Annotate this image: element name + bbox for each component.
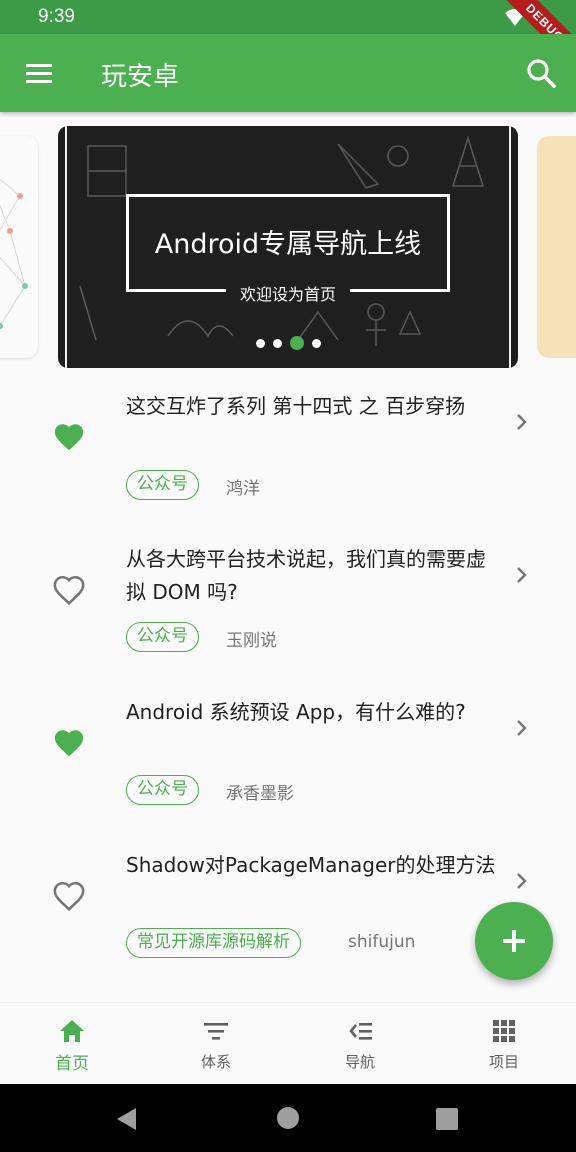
article-tag[interactable]: 公众号: [126, 775, 199, 805]
article-item[interactable]: Android 系统预设 App，有什么难的? 公众号 承香墨影: [0, 678, 576, 830]
chevron-right-icon[interactable]: [512, 412, 532, 432]
heart-icon: [54, 730, 84, 757]
favorite-button[interactable]: [52, 879, 86, 913]
nav-label: 项目: [488, 1053, 519, 1071]
article-title[interactable]: 这交互炸了系列 第十四式 之 百步穿扬: [126, 390, 496, 423]
banner-next-card[interactable]: [537, 136, 576, 358]
status-bar: 9:39 DEBUG: [0, 0, 576, 77]
carousel-dot[interactable]: [311, 338, 321, 348]
article-author: 玉刚说: [226, 631, 277, 651]
menu-button[interactable]: [22, 56, 56, 90]
article-tag[interactable]: 公众号: [126, 622, 199, 652]
article-author: 承香墨影: [226, 784, 294, 804]
banner-carousel[interactable]: Android专属导航上线 欢迎设为首页: [0, 112, 576, 372]
status-time: 9:39: [38, 6, 75, 27]
bottom-navigation: 首页 体系 导航 项目: [0, 1002, 576, 1084]
network-illustration: [0, 178, 28, 329]
banner-subtitle: 欢迎设为首页: [225, 285, 350, 304]
app-bar: 玩安卓: [0, 34, 576, 112]
chevron-right-icon[interactable]: [512, 718, 532, 738]
add-icon: [503, 930, 525, 952]
banner-subtitle-wrap: 欢迎设为首页: [58, 281, 518, 305]
banner-title: Android专属导航上线: [154, 229, 422, 260]
banner-card[interactable]: Android专属导航上线 欢迎设为首页: [58, 126, 518, 368]
chevron-right-icon[interactable]: [512, 565, 532, 585]
carousel-indicator: [58, 336, 518, 350]
home-circle-icon[interactable]: [276, 1106, 300, 1130]
back-icon[interactable]: [114, 1106, 140, 1132]
article-item[interactable]: 这交互炸了系列 第十四式 之 百步穿扬 公众号 鸿洋: [0, 372, 576, 524]
nav-item-home[interactable]: 首页: [0, 1003, 144, 1084]
article-author: shifujun: [348, 932, 416, 952]
article-author: 鸿洋: [226, 479, 260, 499]
favorite-button[interactable]: [52, 726, 86, 760]
app-title: 玩安卓: [101, 62, 180, 92]
carousel-dot[interactable]: [289, 336, 304, 350]
nav-label: 体系: [200, 1053, 231, 1071]
heart-outline-icon: [53, 881, 85, 911]
navigation-list-icon: [349, 1023, 372, 1040]
nav-item-projects[interactable]: 项目: [432, 1003, 576, 1084]
nav-label: 首页: [55, 1054, 89, 1074]
article-title[interactable]: Shadow对PackageManager的处理方法: [126, 849, 496, 882]
nav-item-navigation[interactable]: 导航: [288, 1003, 432, 1084]
search-icon: [527, 59, 556, 88]
filter-icon: [204, 1023, 228, 1040]
search-button[interactable]: [524, 56, 558, 90]
article-title[interactable]: Android 系统预设 App，有什么难的?: [126, 696, 496, 729]
grid-icon: [493, 1020, 515, 1042]
favorite-button[interactable]: [52, 573, 86, 607]
home-icon: [60, 1020, 84, 1042]
chevron-right-icon[interactable]: [512, 871, 532, 891]
article-item[interactable]: 从各大跨平台技术说起，我们真的需要虚拟 DOM 吗? 公众号 玉刚说: [0, 525, 576, 677]
nav-label: 导航: [344, 1053, 375, 1071]
carousel-dot[interactable]: [255, 338, 265, 348]
favorite-button[interactable]: [52, 420, 86, 454]
article-tag[interactable]: 常见开源库源码解析: [126, 928, 301, 958]
menu-icon: [26, 64, 52, 83]
add-fab-button[interactable]: [475, 902, 553, 980]
nav-item-system[interactable]: 体系: [144, 1003, 288, 1084]
system-navigation-bar: [0, 1084, 576, 1152]
carousel-dot[interactable]: [272, 338, 282, 348]
banner-previous-card[interactable]: [0, 136, 38, 358]
article-tag[interactable]: 公众号: [126, 470, 199, 500]
article-title[interactable]: 从各大跨平台技术说起，我们真的需要虚拟 DOM 吗?: [126, 543, 496, 609]
heart-icon: [54, 424, 84, 451]
recents-icon[interactable]: [436, 1108, 458, 1130]
heart-outline-icon: [53, 575, 85, 605]
